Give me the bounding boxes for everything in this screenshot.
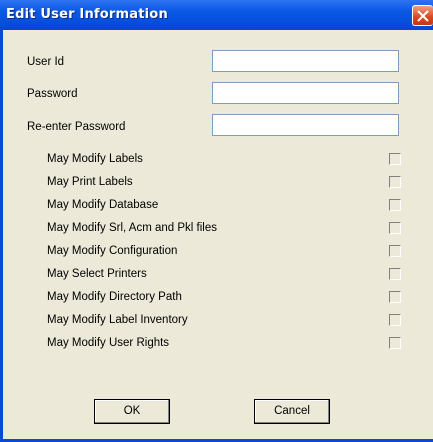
modify-directory-path-checkbox[interactable] (389, 291, 401, 303)
modify-configuration-checkbox[interactable] (389, 245, 401, 257)
permission-label: May Modify Configuration (47, 245, 178, 257)
window-title: Edit User Information (6, 7, 168, 22)
modify-database-checkbox[interactable] (389, 199, 401, 211)
permission-label: May Print Labels (47, 176, 133, 188)
modify-files-checkbox[interactable] (389, 222, 401, 234)
permission-label: May Modify Labels (47, 153, 143, 165)
print-labels-checkbox[interactable] (389, 176, 401, 188)
userid-field[interactable] (212, 50, 399, 72)
modify-user-rights-checkbox[interactable] (389, 337, 401, 349)
modify-labels-checkbox[interactable] (389, 153, 401, 165)
permission-label: May Modify Label Inventory (47, 314, 188, 326)
cancel-button[interactable]: Cancel (254, 399, 330, 424)
permission-label: May Modify Directory Path (47, 291, 182, 303)
title-bar[interactable]: Edit User Information (0, 0, 433, 30)
password-label: Password (27, 88, 78, 100)
permission-label: May Select Printers (47, 268, 147, 280)
modify-label-inventory-checkbox[interactable] (389, 314, 401, 326)
ok-button[interactable]: OK (94, 399, 170, 424)
reenter-password-field[interactable] (212, 114, 399, 136)
permission-label: May Modify Database (47, 199, 159, 211)
password-field[interactable] (212, 82, 399, 104)
close-icon (417, 10, 429, 22)
dialog-body: User Id Password Re-enter Password May M… (3, 30, 433, 439)
permission-label: May Modify Srl, Acm and Pkl files (47, 222, 217, 234)
permission-label: May Modify User Rights (47, 337, 170, 349)
reenter-password-label: Re-enter Password (27, 121, 126, 133)
userid-label: User Id (27, 56, 65, 68)
select-printers-checkbox[interactable] (389, 268, 401, 280)
dialog-window: Edit User Information User Id Password R… (0, 0, 433, 442)
close-button[interactable] (412, 5, 433, 26)
